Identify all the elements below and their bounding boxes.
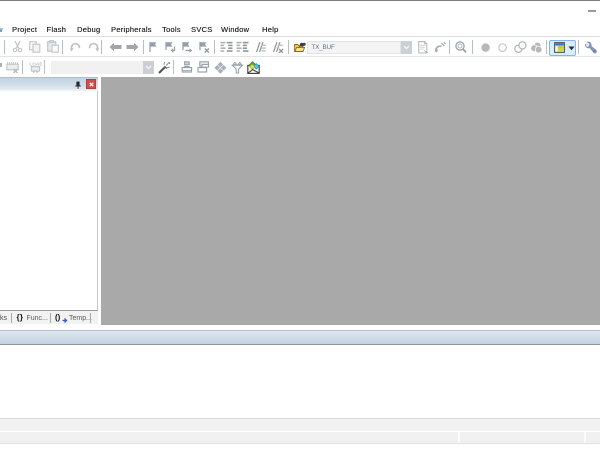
svg-text:LOAD: LOAD <box>29 61 42 66</box>
